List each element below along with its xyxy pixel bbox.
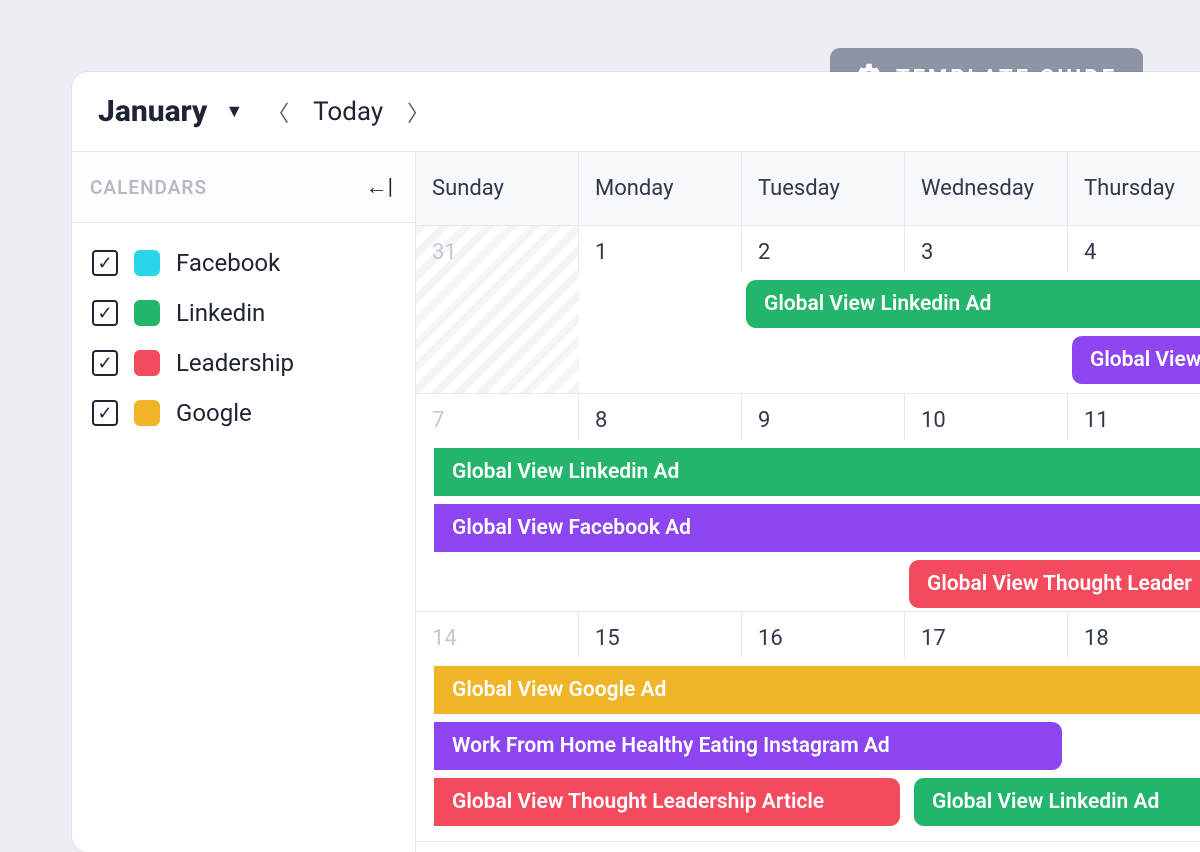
event-label: Global View Google Ad: [452, 678, 666, 702]
prev-button[interactable]: 〈: [261, 95, 295, 129]
calendar-item-label: Google: [176, 399, 252, 427]
day-header: Tuesday: [742, 152, 905, 226]
chevron-right-icon: 〉: [407, 96, 429, 128]
day-header: Monday: [579, 152, 742, 226]
calendar-item-google[interactable]: ✓ Google: [92, 399, 395, 427]
date-cell[interactable]: 3: [905, 226, 1068, 272]
color-swatch: [134, 250, 160, 276]
today-button[interactable]: Today: [313, 97, 383, 127]
event-label: Global View Linkedin Ad: [452, 460, 679, 484]
event-bar[interactable]: Work From Home Healthy Eating Instagram …: [434, 722, 1062, 770]
date-cell[interactable]: 16: [742, 612, 905, 658]
event-bar[interactable]: Global View Linkedin Ad: [746, 280, 1200, 328]
day-header: Thursday: [1068, 152, 1200, 226]
event-label: Global View: [1090, 348, 1200, 372]
date-cell[interactable]: 4: [1068, 226, 1200, 272]
calendar-item-label: Linkedin: [176, 299, 265, 327]
event-label: Global View Thought Leader: [927, 572, 1192, 596]
calendar-toolbar: January ▼ 〈 Today 〉: [72, 72, 1200, 152]
date-cell[interactable]: 1: [579, 226, 742, 272]
date-cell[interactable]: 9: [742, 394, 905, 440]
calendar-item-facebook[interactable]: ✓ Facebook: [92, 249, 395, 277]
calendars-sidebar: CALENDARS ←| ✓ Facebook ✓ Linkedin ✓ Lea: [72, 152, 416, 852]
day-header-row: Sunday Monday Tuesday Wednesday Thursday: [416, 152, 1200, 226]
event-label: Global View Thought Leadership Article: [452, 790, 824, 814]
next-button[interactable]: 〉: [401, 95, 435, 129]
month-select[interactable]: January ▼: [98, 94, 243, 129]
calendar-item-label: Facebook: [176, 249, 280, 277]
calendar-item-label: Leadership: [176, 349, 294, 377]
event-label: Global View Facebook Ad: [452, 516, 691, 540]
week-row: 7 8 9 10 11 Global View Linkedin Ad Glob…: [416, 394, 1200, 612]
color-swatch: [134, 350, 160, 376]
calendar-grid: Sunday Monday Tuesday Wednesday Thursday…: [416, 152, 1200, 852]
checkbox[interactable]: ✓: [92, 250, 118, 276]
checkbox[interactable]: ✓: [92, 400, 118, 426]
date-cell[interactable]: 31: [416, 226, 579, 272]
event-bar[interactable]: Global View Thought Leadership Article: [434, 778, 900, 826]
event-bar[interactable]: Global View Facebook Ad: [434, 504, 1200, 552]
event-label: Work From Home Healthy Eating Instagram …: [452, 734, 890, 758]
event-label: Global View Linkedin Ad: [764, 292, 991, 316]
checkbox[interactable]: ✓: [92, 350, 118, 376]
date-cell[interactable]: 14: [416, 612, 579, 658]
date-cell[interactable]: 18: [1068, 612, 1200, 658]
color-swatch: [134, 400, 160, 426]
date-cell[interactable]: 7: [416, 394, 579, 440]
week-row: 31 1 2 3 4 Global View Linkedin Ad Globa…: [416, 226, 1200, 394]
date-cell[interactable]: 17: [905, 612, 1068, 658]
date-cell[interactable]: 15: [579, 612, 742, 658]
collapse-sidebar-icon[interactable]: ←|: [366, 174, 393, 200]
calendar-item-linkedin[interactable]: ✓ Linkedin: [92, 299, 395, 327]
sidebar-title: CALENDARS: [90, 176, 207, 199]
day-header: Wednesday: [905, 152, 1068, 226]
calendar-window: January ▼ 〈 Today 〉 CALENDARS ←| ✓ Faceb…: [72, 72, 1200, 852]
calendar-item-leadership[interactable]: ✓ Leadership: [92, 349, 395, 377]
week-row: 14 15 16 17 18 Global View Google Ad Wor…: [416, 612, 1200, 842]
event-bar[interactable]: Global View: [1072, 336, 1200, 384]
event-bar[interactable]: Global View Linkedin Ad: [914, 778, 1200, 826]
event-bar[interactable]: Global View Thought Leader: [909, 560, 1200, 608]
event-bar[interactable]: Global View Linkedin Ad: [434, 448, 1200, 496]
month-label: January: [98, 94, 207, 129]
checkbox[interactable]: ✓: [92, 300, 118, 326]
event-label: Global View Linkedin Ad: [932, 790, 1159, 814]
date-cell[interactable]: 10: [905, 394, 1068, 440]
chevron-left-icon: 〈: [267, 96, 289, 128]
color-swatch: [134, 300, 160, 326]
date-cell[interactable]: 2: [742, 226, 905, 272]
event-bar[interactable]: Global View Google Ad: [434, 666, 1200, 714]
today-label: Today: [313, 97, 383, 127]
day-header: Sunday: [416, 152, 579, 226]
chevron-down-icon: ▼: [225, 101, 243, 122]
date-cell[interactable]: 8: [579, 394, 742, 440]
date-cell[interactable]: 11: [1068, 394, 1200, 440]
